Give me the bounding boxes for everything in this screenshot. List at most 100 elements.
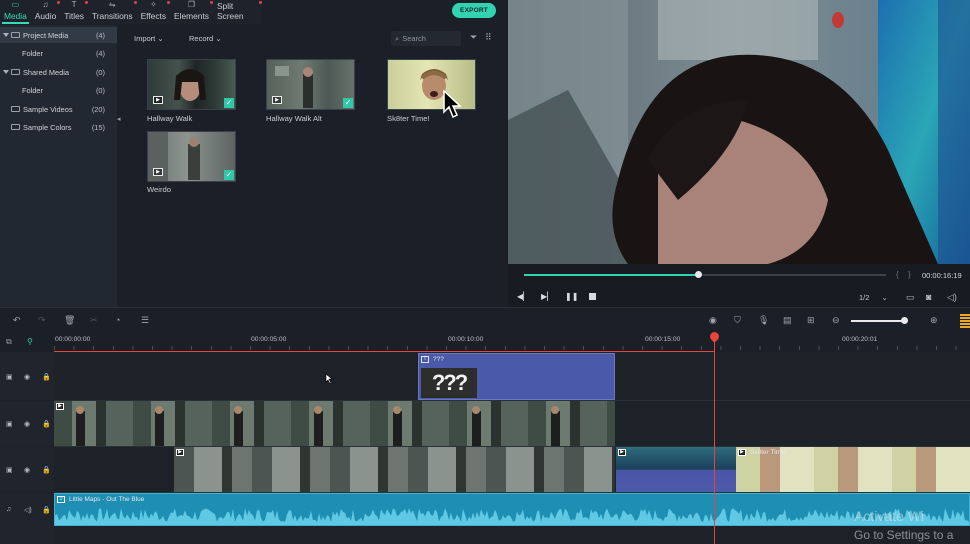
microphone-icon[interactable]: 🎙 [758, 315, 769, 326]
search-input[interactable]: ⌕ Search [391, 31, 461, 46]
music-note-icon: ♫ [6, 506, 12, 513]
eye-icon[interactable]: ◉ [24, 466, 30, 474]
title-clip[interactable]: T ??? ??? [418, 353, 615, 400]
zoom-slider[interactable] [851, 317, 908, 324]
folder-icon [11, 106, 20, 112]
step-back-icon[interactable]: ◀▏ [517, 292, 529, 301]
clip-filmstrip [76, 406, 560, 446]
tab-audio[interactable]: ♫ Audio [31, 0, 61, 24]
marker-icon[interactable]: ⛉ [734, 315, 741, 326]
render-icon[interactable]: ◉ [709, 315, 717, 326]
bracket-in-icon[interactable]: { [896, 270, 899, 279]
zoom-slider-handle[interactable] [901, 317, 908, 324]
scrubber-handle[interactable] [694, 271, 702, 278]
play-icon[interactable]: ▶▏ [541, 292, 553, 301]
tab-split-screen[interactable]: ▤Split Screen [213, 0, 262, 24]
add-track-icon[interactable]: ⧉ [6, 337, 12, 347]
ruler-time-label: 00:00:10:00 [448, 336, 484, 343]
video-clip-sk8ter-time[interactable]: ▶ Sk8ter Time! [736, 447, 970, 492]
sidebar-item-sample-colors[interactable]: Sample Colors (15) [0, 119, 117, 135]
export-button[interactable]: EXPORT [452, 3, 496, 18]
snapshot-icon[interactable]: ⊞ [807, 315, 815, 326]
sidebar-item-shared-media[interactable]: Shared Media (0) [0, 64, 117, 80]
lock-icon[interactable]: 🔒 [42, 466, 51, 474]
media-label: Hallway Walk Alt [266, 114, 322, 123]
video-clip-hallway-walk[interactable]: ▶ [54, 401, 615, 446]
folder-icon [11, 69, 20, 75]
zoom-ratio-dropdown[interactable]: 1/2 ⌄ [859, 293, 888, 302]
eye-icon[interactable]: ◉ [24, 373, 30, 381]
media-label: Weirdo [147, 185, 171, 194]
delete-icon[interactable]: 🗑 [64, 315, 75, 326]
audio-waveform [55, 508, 969, 525]
title-clip-thumbnail: ??? [421, 368, 477, 398]
zoom-out-icon[interactable]: ⊖ [832, 315, 840, 326]
video-preview[interactable] [508, 0, 970, 264]
media-library-sidebar: Project Media (4) Folder (4) Shared Media(… [0, 25, 117, 307]
tab-effects[interactable]: ✧ Effects [137, 0, 171, 24]
chevron-down-icon: ⌄ [215, 34, 222, 43]
sidebar-item-shared-folder[interactable]: Folder (0) [0, 82, 117, 98]
display-icon[interactable]: ▭ [906, 292, 915, 303]
music-note-icon: ♫ [57, 496, 65, 503]
volume-icon[interactable]: ◁) [947, 292, 957, 303]
mouse-cursor-icon [443, 90, 462, 119]
ruler-time-label: 00:00:05:00 [251, 336, 287, 343]
tab-media[interactable]: ▭ Media [0, 0, 31, 24]
record-dropdown[interactable]: Record ⌄ [189, 34, 222, 43]
playhead[interactable] [714, 333, 715, 544]
lock-icon[interactable]: 🔒 [42, 420, 51, 428]
grid-view-icon[interactable]: ⠿ [485, 32, 492, 43]
camera-icon[interactable]: ◙ [926, 292, 931, 302]
media-thumbnail-hallway-walk-alt[interactable]: ▶ ✓ [266, 59, 355, 110]
tab-elements[interactable]: ❐ Elements [170, 0, 213, 24]
pause-icon[interactable]: ❚❚ [565, 292, 578, 301]
media-thumbnail-weirdo[interactable]: ▶ ✓ [147, 131, 236, 182]
audio-clip[interactable]: ♫ Little Maps - Out The Blue [54, 493, 970, 526]
voiceover-icon[interactable]: ▤ [783, 315, 792, 326]
media-thumbnail-sk8ter-time[interactable] [387, 59, 476, 110]
checkmark-icon: ✓ [224, 170, 234, 180]
title-clip-icon: T [421, 356, 429, 363]
video-clip-icon: ▶ [176, 449, 184, 456]
bracket-out-icon[interactable]: } [908, 270, 911, 279]
timecode-display: 00:00:16:19 [922, 271, 962, 280]
ruler-time-label: 00:00:20:01 [842, 336, 878, 343]
redo-icon[interactable]: ↷ [38, 315, 46, 326]
cut-icon[interactable]: ✂ [90, 315, 98, 326]
caret-down-icon[interactable] [3, 33, 9, 37]
undo-icon[interactable]: ↶ [13, 315, 21, 326]
tab-transitions[interactable]: ⇋ Transitions [88, 0, 137, 24]
lock-icon[interactable]: 🔒 [42, 373, 51, 381]
video-clip-weirdo[interactable]: ▶ [174, 447, 615, 492]
checkmark-icon: ✓ [343, 98, 353, 108]
playback-scrubber[interactable] [524, 271, 886, 278]
track-header-3: ▣ ◉ 🔒 [0, 447, 54, 492]
ruler-ticks [54, 346, 970, 350]
stop-icon[interactable] [589, 293, 596, 300]
video-clip-icon: ▶ [618, 449, 626, 456]
video-clip-overlap[interactable]: ▶ [616, 447, 736, 492]
chevron-down-icon: ⌄ [881, 293, 888, 302]
caret-down-icon[interactable] [3, 70, 9, 74]
sidebar-item-sample-videos[interactable]: Sample Videos (20) [0, 101, 117, 117]
link-icon[interactable]: ⚲ [27, 337, 33, 346]
sidebar-item-folder[interactable]: Folder (4) [0, 45, 117, 61]
media-thumbnail-hallway-walk[interactable]: ▶ ✓ [147, 59, 236, 110]
video-track-icon: ▣ [6, 467, 13, 474]
sidebar-item-project-media[interactable]: Project Media (4) [0, 27, 117, 43]
volume-icon[interactable]: ◁) [24, 506, 32, 514]
adjust-icon[interactable]: ☰ [141, 315, 149, 326]
player-controls: { } 00:00:16:19 ◀▏ ▶▏ ❚❚ 1/2 ⌄ ▭ ◙ ◁) [508, 264, 970, 307]
timeline-menu-icon[interactable] [960, 314, 970, 328]
zoom-in-icon[interactable]: ⊕ [930, 315, 938, 326]
import-dropdown[interactable]: Import ⌄ [134, 34, 164, 43]
folder-icon [11, 32, 20, 38]
filter-icon[interactable]: ⏷ [470, 32, 477, 43]
tab-titles[interactable]: T Titles [60, 0, 88, 24]
speed-icon[interactable]: ◔ [115, 315, 120, 325]
collapse-sidebar-icon[interactable]: ◂ [117, 115, 122, 123]
track-header-2: ▣ ◉ 🔒 [0, 401, 54, 446]
eye-icon[interactable]: ◉ [24, 420, 30, 428]
lock-icon[interactable]: 🔒 [42, 506, 51, 514]
